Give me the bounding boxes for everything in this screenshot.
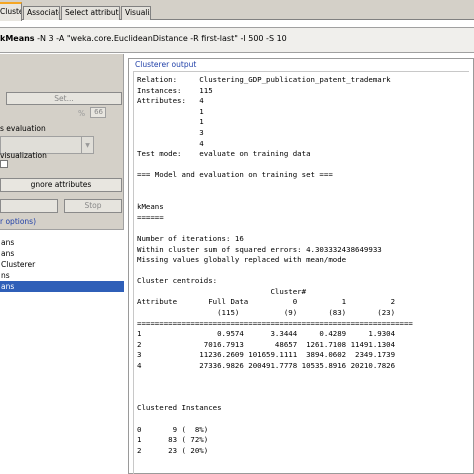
clusterer-options: -N 3 -A "weka.core.EuclideanDistance -R … [34, 34, 287, 43]
percent-sign: % [78, 109, 86, 118]
result-list-item[interactable]: Clusterer [0, 259, 124, 270]
tab-select-attributes[interactable]: Select attributes [61, 6, 120, 20]
tab-associate[interactable]: Associate [23, 6, 60, 20]
clusterer-output-title: Clusterer output [133, 60, 199, 69]
store-clusters-checkbox[interactable] [0, 160, 8, 168]
clusterer-command-bar[interactable]: kMeans -N 3 -A "weka.core.EuclideanDista… [0, 27, 474, 53]
set-button[interactable]: Set... [6, 92, 122, 105]
result-list-item[interactable]: ans [0, 248, 124, 259]
clusterer-output-text: Relation: Clustering_GDP_publication_pat… [137, 75, 413, 455]
ignore-attributes-button[interactable]: gnore attributes [0, 178, 122, 192]
clusterer-output-panel: Clusterer output Relation: Clustering_GD… [128, 58, 474, 474]
result-list[interactable]: ans ans Clusterer ns ans [0, 229, 124, 474]
visualization-label: visualization [0, 151, 47, 160]
result-list-item[interactable]: ns [0, 270, 124, 281]
classes-to-clusters-evaluation-label: s evaluation [0, 124, 46, 133]
tab-bar: Cluster Associate Select attributes Visu… [0, 0, 474, 21]
percentage-split-field[interactable]: 66 [90, 107, 106, 118]
cluster-mode-panel: Set... % 66 s evaluation ▼ visualization… [0, 54, 124, 474]
clusterer-name: kMeans [0, 34, 35, 43]
result-list-item-selected[interactable]: ans [0, 281, 124, 292]
chevron-down-icon: ▼ [81, 137, 93, 153]
start-button[interactable] [0, 199, 58, 213]
tab-cluster[interactable]: Cluster [0, 2, 22, 21]
stop-button[interactable]: Stop [64, 199, 122, 213]
result-list-header: r options) [0, 217, 37, 226]
result-list-item[interactable]: ans [0, 237, 124, 248]
clusterer-command[interactable]: kMeans -N 3 -A "weka.core.EuclideanDista… [0, 34, 287, 43]
clusterer-output-text-area[interactable]: Relation: Clustering_GDP_publication_pat… [133, 71, 469, 474]
tab-visualize[interactable]: Visualize [121, 6, 151, 20]
